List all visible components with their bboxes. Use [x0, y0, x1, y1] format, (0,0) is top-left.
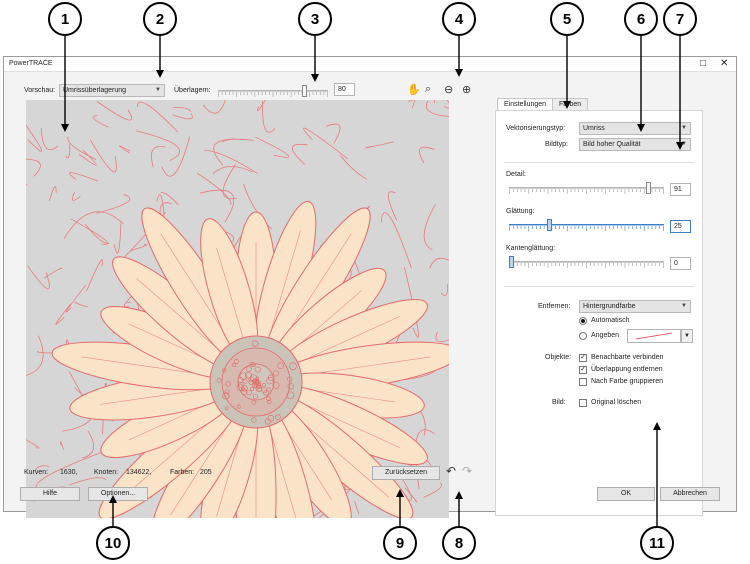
- callout-4: 4: [442, 2, 476, 36]
- callout-7: 7: [663, 2, 697, 36]
- callout-5: 5: [550, 2, 584, 36]
- callout-11: 11: [640, 526, 674, 560]
- callout-8: 8: [442, 526, 476, 560]
- callout-9: 9: [383, 526, 417, 560]
- callout-10: 10: [96, 526, 130, 560]
- callout-2: 2: [143, 2, 177, 36]
- callout-leaders: [61, 36, 684, 526]
- callout-6: 6: [624, 2, 658, 36]
- callout-1: 1: [48, 2, 82, 36]
- callout-3: 3: [298, 2, 332, 36]
